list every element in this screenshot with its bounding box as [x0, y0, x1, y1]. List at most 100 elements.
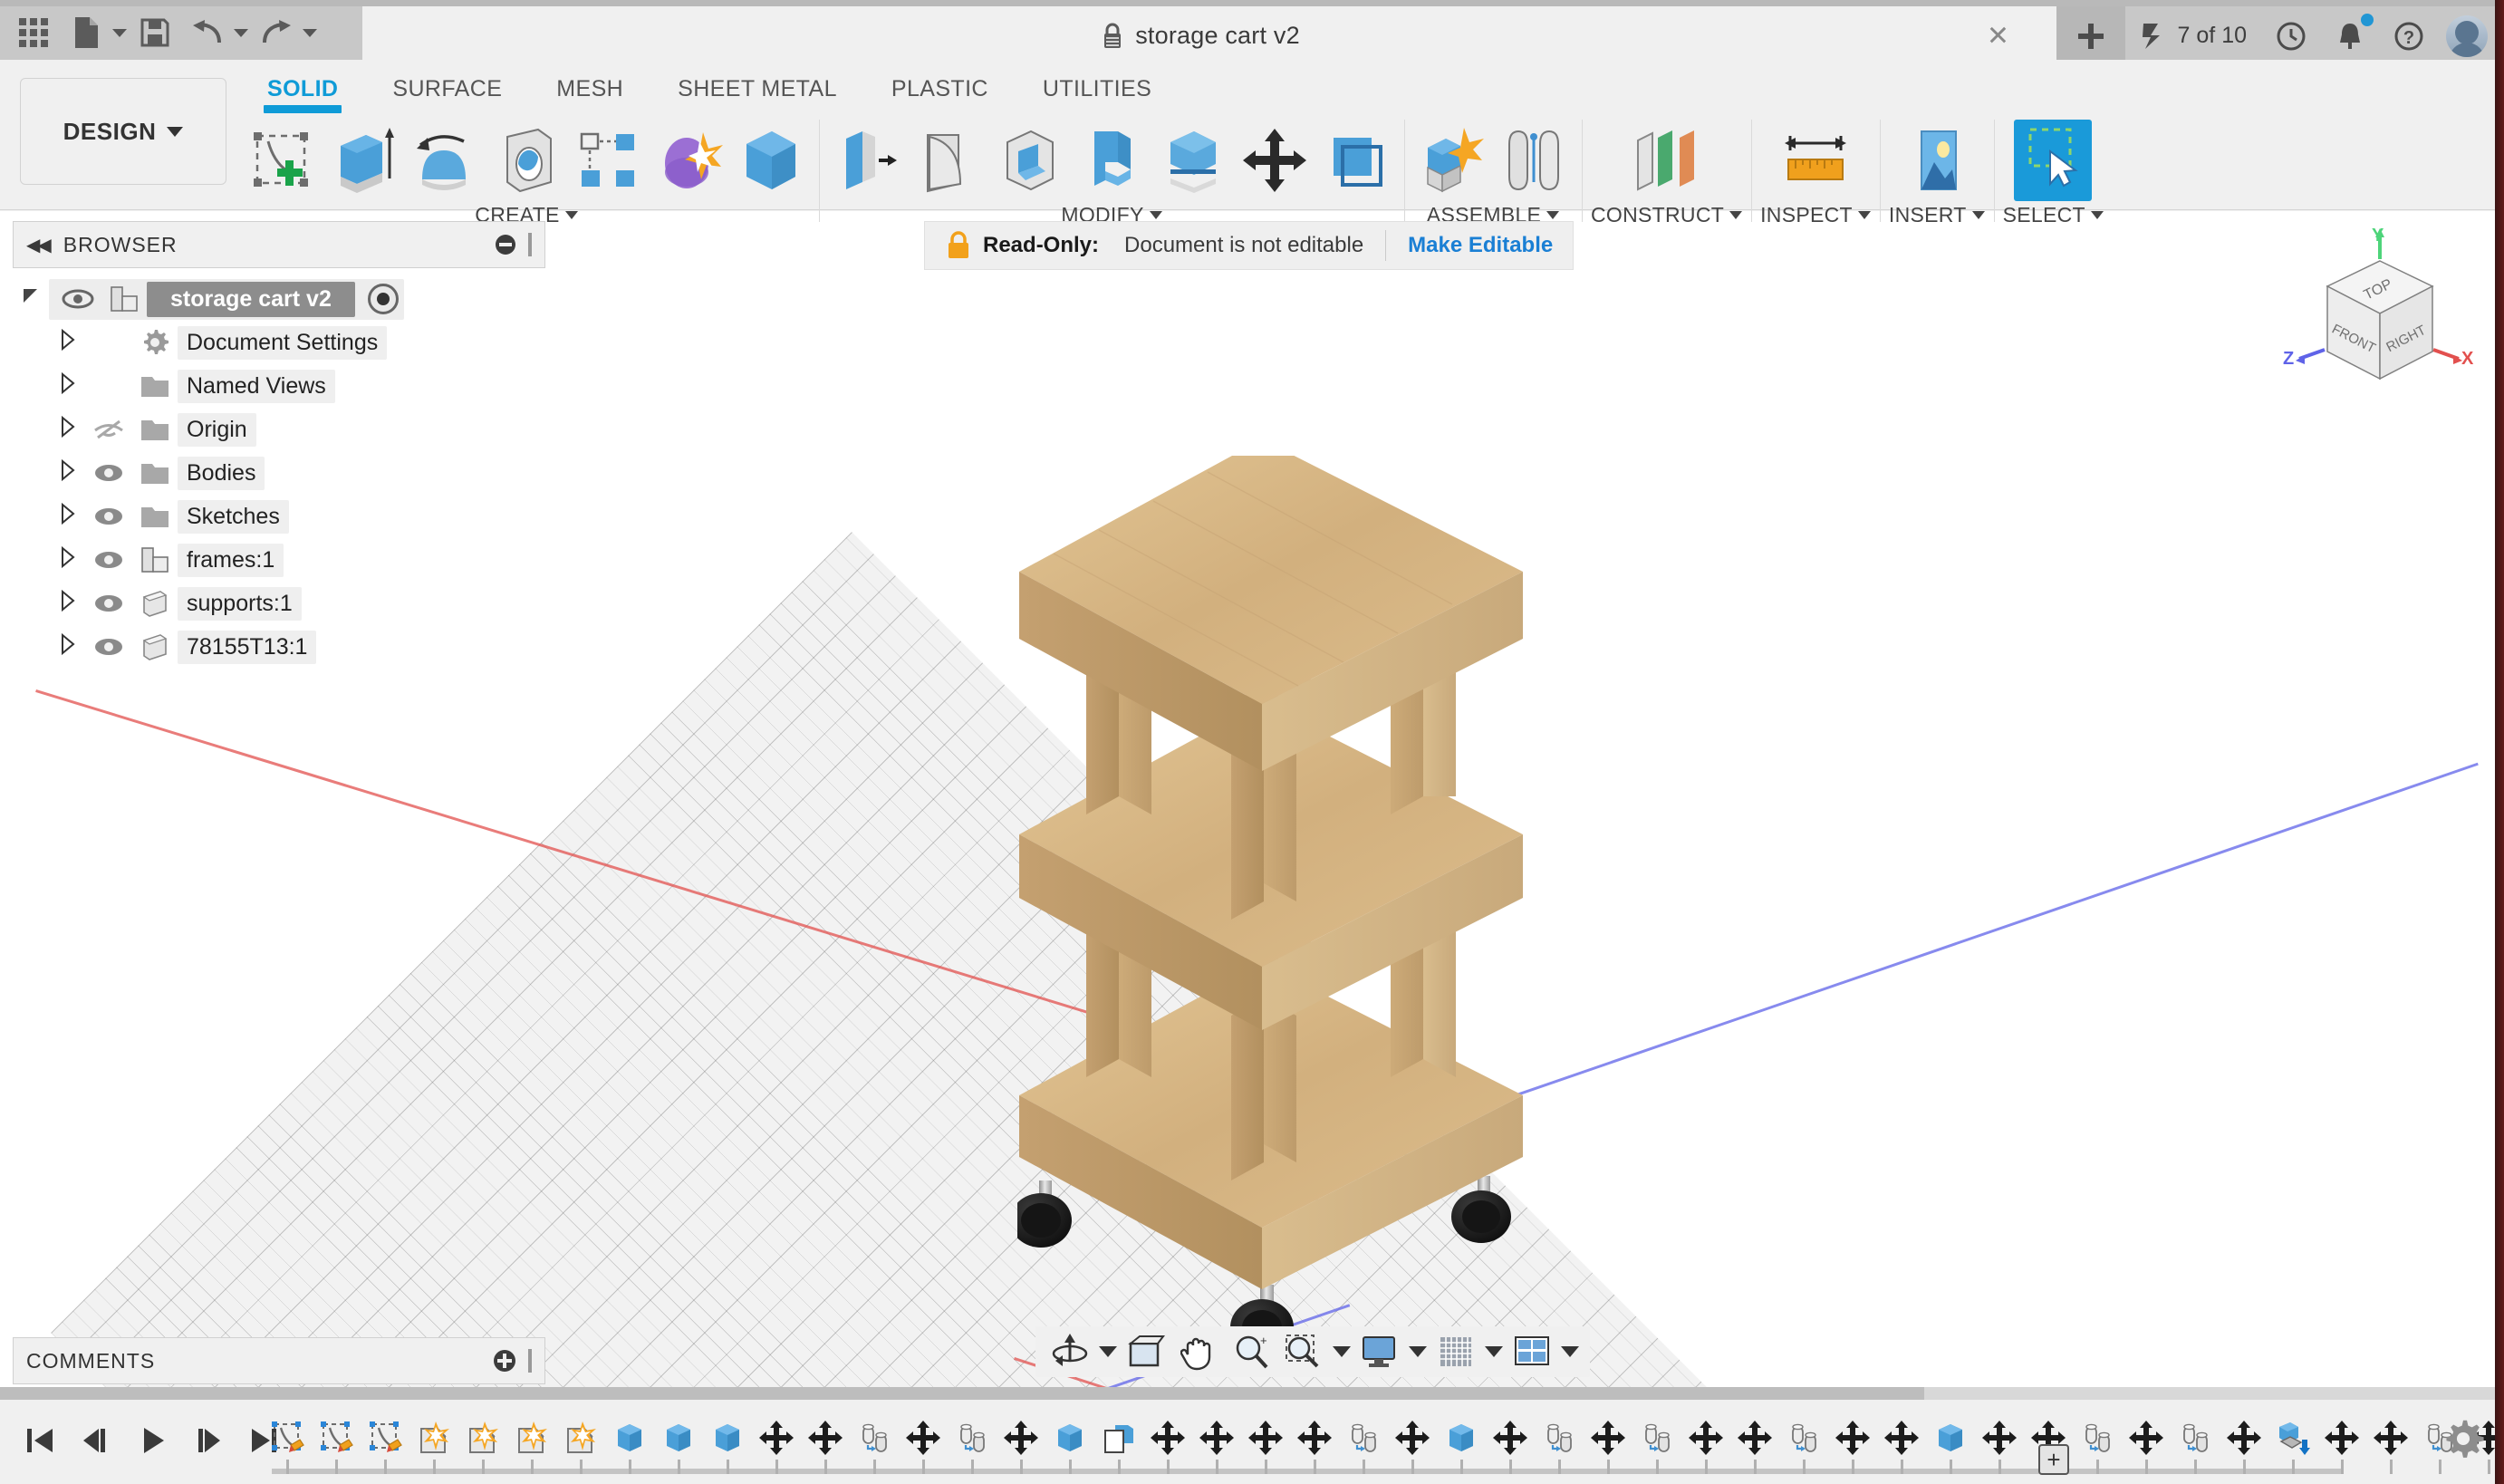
- move-icon[interactable]: [2122, 1413, 2171, 1462]
- extrude-icon[interactable]: [458, 1413, 507, 1462]
- add-comment-icon[interactable]: [494, 1350, 515, 1372]
- resize-grip-icon[interactable]: [528, 233, 532, 256]
- tab-mesh[interactable]: MESH: [529, 63, 650, 111]
- timeline-track[interactable]: [263, 1412, 2504, 1478]
- expand-icon[interactable]: [49, 632, 85, 660]
- box-icon[interactable]: [654, 1413, 703, 1462]
- extrude-icon[interactable]: [556, 1413, 605, 1462]
- expand-icon[interactable]: [49, 545, 85, 573]
- joint-icon[interactable]: [1495, 120, 1573, 201]
- measure-icon[interactable]: [1777, 120, 1854, 201]
- box-icon[interactable]: [605, 1413, 654, 1462]
- undo-dropdown-icon[interactable]: [234, 28, 248, 37]
- ribbon-group-select-label[interactable]: SELECT: [2003, 203, 2104, 227]
- activate-component-radio[interactable]: [367, 284, 399, 314]
- display-dropdown-icon[interactable]: [1407, 1329, 1429, 1374]
- move-icon[interactable]: [997, 1413, 1045, 1462]
- step-back-icon[interactable]: [71, 1414, 121, 1467]
- app-grid-icon[interactable]: [9, 10, 58, 55]
- redo-dropdown-icon[interactable]: [303, 28, 317, 37]
- revolve-icon[interactable]: [406, 120, 484, 201]
- insert-mcmaster-icon[interactable]: [2268, 1413, 2317, 1462]
- extrude-icon[interactable]: [324, 120, 402, 201]
- workspace-switcher[interactable]: DESIGN: [20, 78, 226, 185]
- tab-sheet-metal[interactable]: SHEET METAL: [650, 63, 864, 111]
- move-icon[interactable]: [752, 1413, 801, 1462]
- visibility-icon[interactable]: [85, 549, 132, 571]
- recent-button[interactable]: [2261, 6, 2321, 65]
- grid-snap-icon[interactable]: [1430, 1329, 1481, 1374]
- tree-item-78155T13[interactable]: 78155T13:1: [13, 625, 545, 669]
- timeline-settings-button[interactable]: [2442, 1418, 2484, 1464]
- new-sketch-icon[interactable]: [243, 120, 321, 201]
- collapse-left-icon[interactable]: ◀◀: [26, 234, 52, 256]
- display-settings-icon[interactable]: [1354, 1329, 1405, 1374]
- visibility-icon[interactable]: [85, 462, 132, 484]
- orbit-dropdown-icon[interactable]: [1097, 1329, 1119, 1374]
- scrollbar-thumb[interactable]: [0, 1387, 1924, 1400]
- box-icon[interactable]: [1437, 1413, 1486, 1462]
- box-icon[interactable]: [1926, 1413, 1975, 1462]
- add-marker-icon[interactable]: +: [2038, 1444, 2069, 1475]
- joint-icon[interactable]: [2073, 1413, 2122, 1462]
- visibility-icon[interactable]: [54, 288, 101, 310]
- job-status-button[interactable]: 7 of 10: [2125, 6, 2261, 65]
- grid-dropdown-icon[interactable]: [1483, 1329, 1505, 1374]
- redo-icon[interactable]: [252, 10, 301, 55]
- box-icon[interactable]: [703, 1413, 752, 1462]
- move-icon[interactable]: [1877, 1413, 1926, 1462]
- ribbon-group-construct-label[interactable]: CONSTRUCT: [1591, 203, 1743, 227]
- view-cube[interactable]: Y Z X TOP FRONT RIGHT: [2274, 226, 2486, 390]
- look-at-icon[interactable]: [1121, 1329, 1171, 1374]
- zoom-icon[interactable]: +: [1226, 1329, 1276, 1374]
- go-to-beginning-icon[interactable]: [14, 1414, 65, 1467]
- copy-paste-icon[interactable]: [1094, 1413, 1143, 1462]
- expand-icon[interactable]: [49, 502, 85, 530]
- fit-icon[interactable]: [1278, 1329, 1329, 1374]
- resize-grip-icon[interactable]: [528, 1349, 532, 1373]
- make-editable-link[interactable]: Make Editable: [1408, 233, 1553, 258]
- expand-icon[interactable]: [49, 328, 85, 356]
- help-button[interactable]: ?: [2379, 6, 2439, 65]
- step-forward-icon[interactable]: [183, 1414, 234, 1467]
- tab-plastic[interactable]: PLASTIC: [864, 63, 1016, 111]
- fillet-icon[interactable]: [910, 120, 987, 201]
- press-pull-icon[interactable]: [828, 120, 906, 201]
- expand-icon[interactable]: [49, 371, 85, 400]
- move-icon[interactable]: [2317, 1413, 2366, 1462]
- joint-icon[interactable]: [1339, 1413, 1388, 1462]
- sweep-icon[interactable]: [487, 120, 565, 201]
- new-tab-button[interactable]: [2056, 6, 2125, 65]
- box-icon[interactable]: [1045, 1413, 1094, 1462]
- align-icon[interactable]: [1317, 120, 1395, 201]
- viewcube-body[interactable]: TOP FRONT RIGHT: [2326, 260, 2434, 381]
- tab-utilities[interactable]: UTILITIES: [1016, 63, 1179, 111]
- storage-cart-model[interactable]: [1010, 439, 1523, 1389]
- tree-item-origin[interactable]: Origin: [13, 408, 545, 451]
- move-icon[interactable]: [1584, 1413, 1632, 1462]
- ribbon-group-inspect-label[interactable]: INSPECT: [1760, 203, 1871, 227]
- select-window-icon[interactable]: [2014, 120, 2093, 201]
- expand-icon[interactable]: [49, 589, 85, 617]
- document-tab[interactable]: storage cart v2 ✕: [362, 6, 2038, 65]
- move-icon[interactable]: [1828, 1413, 1877, 1462]
- tree-item-supports[interactable]: supports:1: [13, 582, 545, 625]
- move-icon[interactable]: [2366, 1413, 2415, 1462]
- viewports-icon[interactable]: [1507, 1329, 1557, 1374]
- tab-solid[interactable]: SOLID: [240, 63, 365, 113]
- new-file-icon[interactable]: [62, 10, 111, 55]
- sketch-icon[interactable]: [312, 1413, 361, 1462]
- tree-item-frames[interactable]: frames:1: [13, 538, 545, 582]
- shell-icon[interactable]: [991, 120, 1069, 201]
- move-icon[interactable]: [1290, 1413, 1339, 1462]
- tab-surface[interactable]: SURFACE: [365, 63, 529, 111]
- joint-icon[interactable]: [1632, 1413, 1681, 1462]
- visibility-icon[interactable]: [85, 506, 132, 527]
- move-icon[interactable]: [1730, 1413, 1779, 1462]
- play-icon[interactable]: [127, 1414, 178, 1467]
- ribbon-group-insert-label[interactable]: INSERT: [1889, 203, 1985, 227]
- joint-icon[interactable]: [948, 1413, 997, 1462]
- sketch-icon[interactable]: [263, 1413, 312, 1462]
- joint-icon[interactable]: [850, 1413, 899, 1462]
- move-icon[interactable]: [899, 1413, 948, 1462]
